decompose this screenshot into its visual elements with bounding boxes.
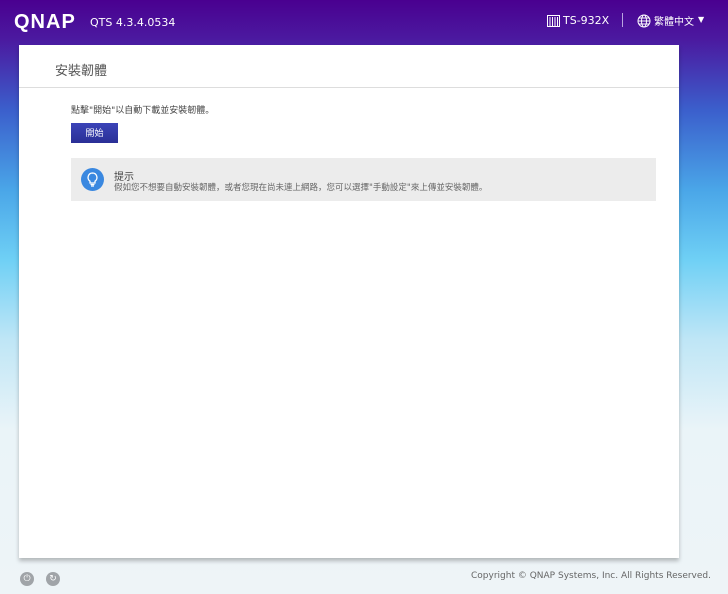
power-icon[interactable]: ⏻	[20, 572, 34, 586]
chevron-down-icon[interactable]: ▼	[698, 15, 704, 24]
instruction-text: 點擊"開始"以自動下載並安裝韌體。	[71, 106, 215, 116]
restart-icon[interactable]: ↻	[46, 572, 60, 586]
firmware-version: QTS 4.3.4.0534	[90, 16, 176, 29]
language-label: 繁體中文	[654, 17, 694, 28]
divider	[622, 13, 623, 27]
start-button[interactable]: 開始	[71, 123, 118, 143]
language-selector[interactable]: 繁體中文	[637, 13, 694, 28]
nas-icon	[547, 14, 560, 27]
top-bar: QNAP QTS 4.3.4.0534 TS-932X 繁體中文 ▼	[0, 0, 728, 45]
globe-icon	[637, 14, 651, 27]
page-title: 安裝韌體	[19, 45, 679, 88]
copyright-text: Copyright © QNAP Systems, Inc. All Right…	[471, 571, 711, 581]
lightbulb-icon	[81, 168, 104, 191]
model-name: TS-932X	[563, 14, 610, 27]
qnap-logo: QNAP	[14, 11, 76, 33]
tip-text: 假如您不想要自動安裝韌體，或者您現在尚未連上網路，您可以選擇"手動設定"來上傳並…	[114, 183, 488, 193]
tip-box: 提示 假如您不想要自動安裝韌體，或者您現在尚未連上網路，您可以選擇"手動設定"來…	[71, 158, 656, 201]
device-model: TS-932X	[547, 14, 609, 27]
install-firmware-panel: 安裝韌體 點擊"開始"以自動下載並安裝韌體。 開始 提示 假如您不想要自動安裝韌…	[19, 45, 679, 558]
